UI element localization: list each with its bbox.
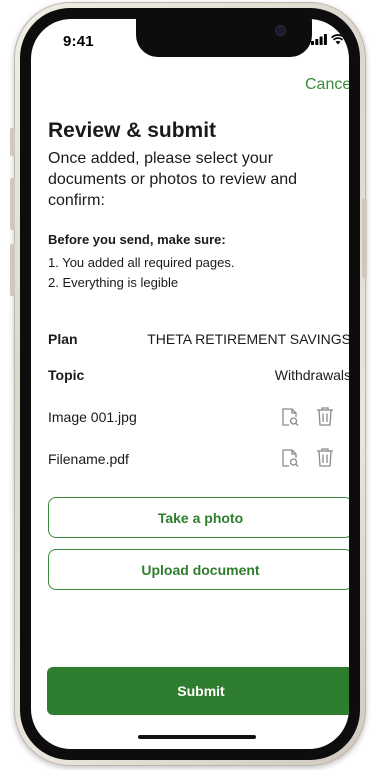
- topic-value: Withdrawals: [274, 367, 349, 383]
- trash-icon[interactable]: [314, 446, 336, 468]
- upload-document-button[interactable]: Upload document: [48, 549, 349, 590]
- checklist-item: 2. Everything is legible: [48, 275, 179, 290]
- trash-icon[interactable]: [314, 405, 336, 427]
- take-photo-button[interactable]: Take a photo: [48, 497, 349, 538]
- submit-button[interactable]: Submit: [47, 667, 349, 715]
- checklist-item: 1. You added all required pages.: [48, 255, 235, 270]
- volume-up-button: [10, 178, 15, 230]
- volume-down-button: [10, 244, 15, 296]
- file-name: Filename.pdf: [48, 451, 129, 467]
- status-time: 9:41: [63, 33, 94, 50]
- checklist-title: Before you send, make sure:: [48, 232, 226, 247]
- home-indicator: [138, 735, 256, 739]
- camera-icon: [276, 26, 285, 35]
- notch: [136, 19, 312, 57]
- file-name: Image 001.jpg: [48, 409, 137, 425]
- preview-icon[interactable]: [279, 406, 301, 428]
- preview-icon[interactable]: [279, 447, 301, 469]
- screen: 9:41 Cancel Review & submit Once added, …: [31, 19, 349, 749]
- plan-value: THETA RETIREMENT SAVINGS: [147, 331, 349, 347]
- page-title: Review & submit: [48, 119, 217, 142]
- topic-label: Topic: [48, 367, 85, 383]
- signal-icon: [311, 34, 327, 45]
- cancel-link[interactable]: Cancel: [305, 76, 349, 94]
- intro-text: Once added, please select your documents…: [48, 150, 298, 209]
- mute-switch: [10, 128, 15, 156]
- wifi-icon: [331, 34, 345, 45]
- status-icons: [311, 34, 349, 45]
- power-button: [362, 198, 367, 278]
- plan-label: Plan: [48, 331, 78, 347]
